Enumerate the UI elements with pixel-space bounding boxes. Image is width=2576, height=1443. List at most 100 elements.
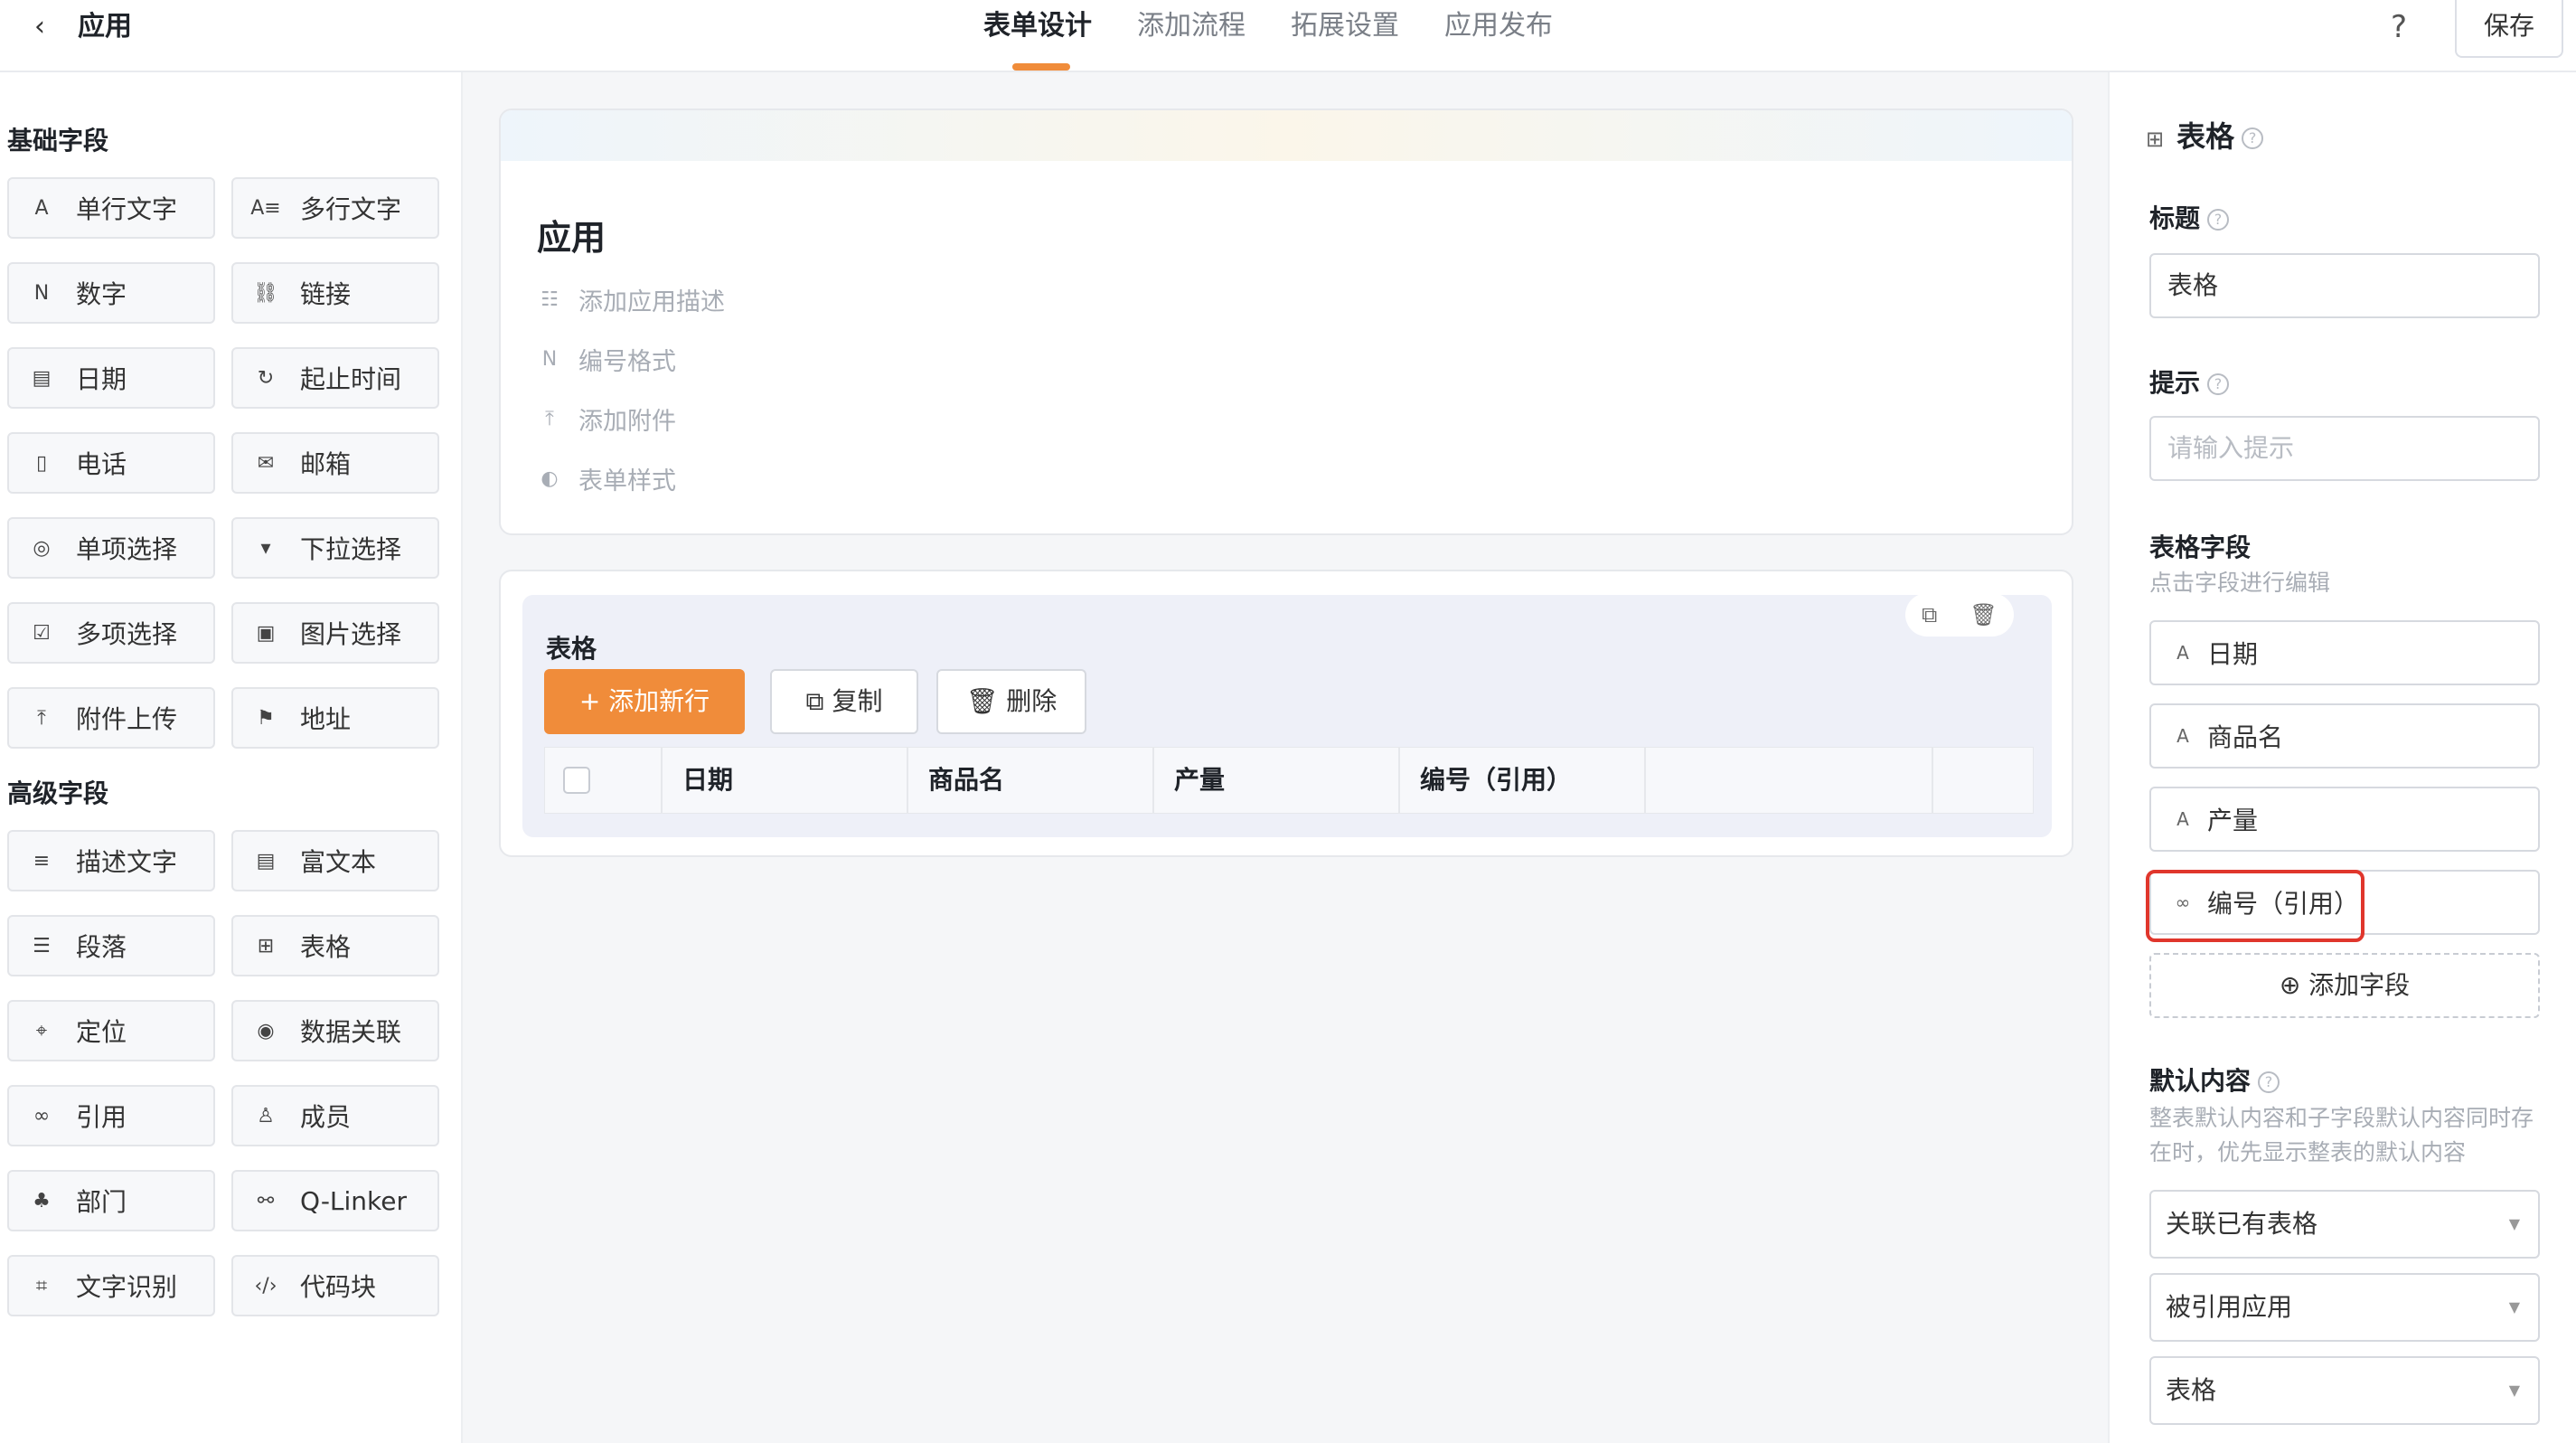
palette-field-label: 链接 <box>300 279 352 309</box>
table-field[interactable]: ⧉ 🗑 表格 + 添加新行 ⧉ 复制 🗑 删除 日期 商品名 产量 编号（引用） <box>522 593 2052 837</box>
table-icon: ⊞ <box>2146 127 2165 152</box>
field-type-icon: ⚯ <box>257 1189 275 1212</box>
property-panel: ⊞ 表格? 标题? 表格 提示? 请输入提示 表格字段 点击字段进行编辑 A 日期… <box>2108 72 2576 1443</box>
add-attachment-link[interactable]: ⤒ 添加附件 <box>537 401 676 437</box>
palette-field[interactable]: ↻ 起止时间 <box>231 347 439 409</box>
palette-field[interactable]: ⌖ 定位 <box>7 1000 215 1061</box>
caret-down-icon: ▼ <box>2508 1382 2520 1399</box>
save-button[interactable]: 保存 <box>2455 0 2563 58</box>
palette-field-label: 数据关联 <box>300 1017 402 1047</box>
tab-extension-settings[interactable]: 拓展设置 <box>1291 7 1399 72</box>
palette-field[interactable]: ⊞ 表格 <box>231 915 439 976</box>
delete-button-label: 删除 <box>1006 686 1058 716</box>
add-row-button[interactable]: + 添加新行 <box>544 669 745 734</box>
palette-field[interactable]: ⌗ 文字识别 <box>7 1255 215 1316</box>
delete-button[interactable]: 🗑 删除 <box>936 669 1086 734</box>
palette-field-label: 单项选择 <box>76 534 178 564</box>
header-gradient <box>501 110 2072 161</box>
trash-icon[interactable]: 🗑 <box>1970 602 1997 627</box>
palette-field-label: 邮箱 <box>300 449 352 479</box>
palette-field[interactable]: ⚑ 地址 <box>231 687 439 749</box>
linked-table-select[interactable]: 关联已有表格 ▼ <box>2149 1190 2540 1259</box>
palette-field[interactable]: ⤒ 附件上传 <box>7 687 215 749</box>
title-input[interactable]: 表格 <box>2149 253 2540 318</box>
palette-field[interactable]: ∞ 引用 <box>7 1085 215 1146</box>
palette-field[interactable]: ☑ 多项选择 <box>7 602 215 664</box>
tab-app-publish[interactable]: 应用发布 <box>1444 7 1553 72</box>
help-circle-icon[interactable]: ? <box>2207 373 2230 395</box>
hint-input[interactable]: 请输入提示 <box>2149 416 2540 481</box>
palette-field[interactable]: ♙ 成员 <box>231 1085 439 1146</box>
palette-field[interactable]: N 数字 <box>7 262 215 324</box>
help-circle-icon[interactable]: ? <box>2207 209 2230 231</box>
palette-field[interactable]: ≡ 描述文字 <box>7 830 215 891</box>
select-all-checkbox[interactable] <box>563 767 590 794</box>
palette-field[interactable]: ▯ 电话 <box>7 432 215 494</box>
palette-field-label: 起止时间 <box>300 364 402 394</box>
tab-add-flow[interactable]: 添加流程 <box>1137 7 1246 72</box>
default-content-label: 默认内容? <box>2149 1061 2280 1098</box>
table-field-card[interactable]: ⧉ 🗑 表格 + 添加新行 ⧉ 复制 🗑 删除 日期 商品名 产量 编号（引用） <box>499 570 2073 857</box>
field-type-icon: ✉ <box>257 451 275 475</box>
palette-field-label: 附件上传 <box>76 704 178 734</box>
form-title[interactable]: 应用 <box>537 210 606 259</box>
form-header-card[interactable]: 应用 ☷ 添加应用描述 N 编号格式 ⤒ 添加附件 ◐ 表单样式 <box>499 108 2073 535</box>
referenced-app-select[interactable]: 被引用应用 ▼ <box>2149 1273 2540 1342</box>
palette-field[interactable]: ♣ 部门 <box>7 1170 215 1231</box>
palette-field[interactable]: ▤ 富文本 <box>231 830 439 891</box>
help-circle-icon[interactable]: ? <box>2242 127 2264 149</box>
table-tools: ⧉ 🗑 <box>1905 593 2014 637</box>
field-type-icon: N <box>33 281 50 305</box>
palette-field[interactable]: ▤ 日期 <box>7 347 215 409</box>
help-circle-icon[interactable]: ? <box>2258 1071 2280 1093</box>
table-select[interactable]: 表格 ▼ <box>2149 1356 2540 1425</box>
palette-field-label: 富文本 <box>300 847 377 877</box>
palette-field[interactable]: ☰ 段落 <box>7 915 215 976</box>
field-type-icon: ▤ <box>256 849 276 872</box>
component-name-label: 表格 <box>2176 119 2235 154</box>
palette-field-label: 多行文字 <box>300 194 402 224</box>
caret-down-icon: ▼ <box>2508 1298 2520 1316</box>
field-type-icon: ⛓ <box>253 281 278 305</box>
number-format-link[interactable]: N 编号格式 <box>537 342 676 377</box>
field-type-icon: A≡ <box>250 196 281 220</box>
field-type-icon: ▾ <box>260 536 271 560</box>
field-type-icon: ∞ <box>33 1104 51 1127</box>
palette-field[interactable]: A 单行文字 <box>7 177 215 239</box>
text-field-icon: A <box>2176 808 2189 830</box>
palette-field[interactable]: ◎ 单项选择 <box>7 517 215 579</box>
copy-button[interactable]: ⧉ 复制 <box>770 669 918 734</box>
add-field-button[interactable]: ⊕ 添加字段 <box>2149 953 2540 1018</box>
subfield-label: 产量 <box>2207 806 2259 835</box>
form-style-link[interactable]: ◐ 表单样式 <box>537 461 676 496</box>
component-name: ⊞ 表格? <box>2146 114 2264 156</box>
default-content-label-text: 默认内容 <box>2149 1066 2252 1096</box>
add-description-link[interactable]: ☷ 添加应用描述 <box>537 282 725 317</box>
subfield-label: 日期 <box>2207 639 2259 669</box>
column-header: 产量 <box>1154 748 1400 813</box>
subfield-product-name[interactable]: A 商品名 <box>2149 703 2540 769</box>
meta-label: 编号格式 <box>578 348 676 376</box>
palette-field[interactable]: ◉ 数据关联 <box>231 1000 439 1061</box>
help-icon[interactable]: ? <box>2391 7 2407 47</box>
palette-field[interactable]: ▣ 图片选择 <box>231 602 439 664</box>
palette-field-label: 代码块 <box>300 1272 377 1302</box>
column-header: 日期 <box>663 748 908 813</box>
palette-field[interactable]: ‹/› 代码块 <box>231 1255 439 1316</box>
table-title: 表格 <box>546 634 597 664</box>
app-title: 应用 <box>78 11 132 42</box>
subfield-date[interactable]: A 日期 <box>2149 620 2540 685</box>
field-type-icon: ⤒ <box>37 706 46 730</box>
field-type-icon: ▣ <box>256 621 276 645</box>
palette-field[interactable]: A≡ 多行文字 <box>231 177 439 239</box>
copy-icon[interactable]: ⧉ <box>1922 602 1937 627</box>
subfield-output[interactable]: A 产量 <box>2149 787 2540 852</box>
field-type-icon: ‹/› <box>254 1274 277 1297</box>
palette-field[interactable]: ⛓ 链接 <box>231 262 439 324</box>
palette-field[interactable]: ⚯ Q-Linker <box>231 1170 439 1231</box>
chevron-left-icon[interactable]: ‹ <box>22 9 58 45</box>
palette-field[interactable]: ✉ 邮箱 <box>231 432 439 494</box>
palette-field[interactable]: ▾ 下拉选择 <box>231 517 439 579</box>
text-field-icon: A <box>2176 642 2189 664</box>
tab-form-design[interactable]: 表单设计 <box>983 7 1092 72</box>
